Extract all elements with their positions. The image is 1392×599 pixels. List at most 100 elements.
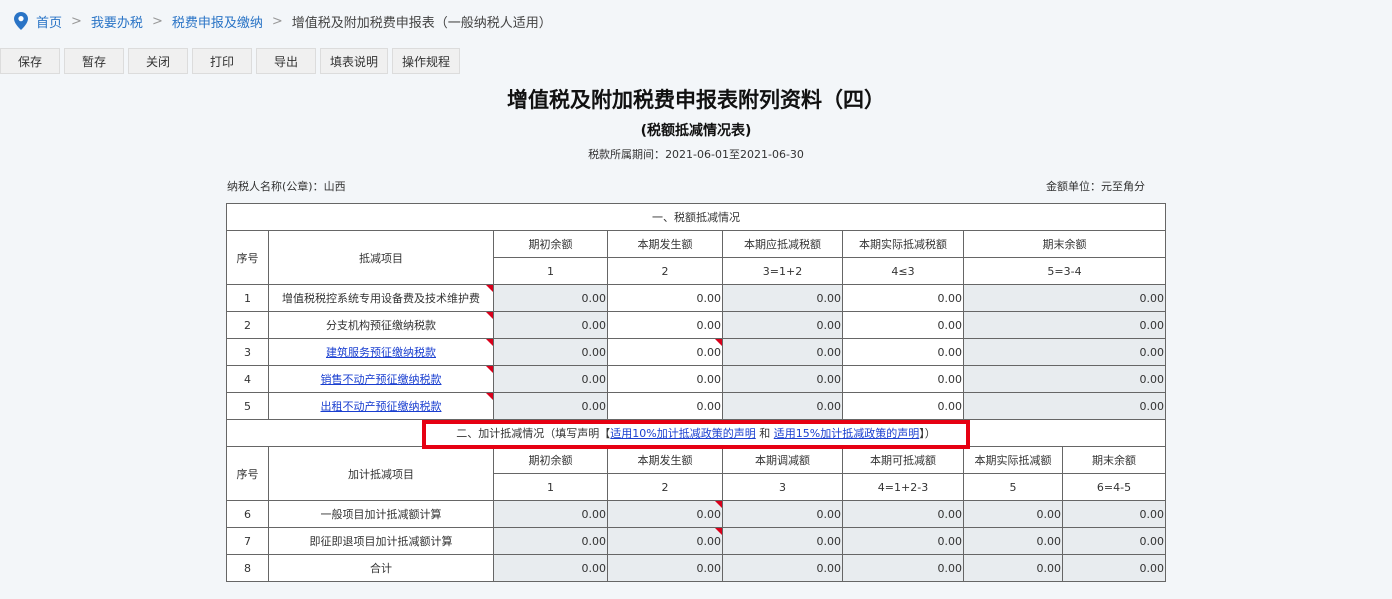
amount-cell[interactable]: 0.00: [842, 311, 964, 339]
declaration-10-link[interactable]: 适用10%加计抵减政策的声明: [610, 427, 755, 440]
formula-cell: 4≤3: [842, 257, 964, 285]
fill-guide-button[interactable]: 填表说明: [320, 48, 388, 74]
row-number: 2: [226, 311, 269, 339]
amount-cell: 0.00: [842, 500, 964, 528]
header-current: 本期发生额: [607, 446, 723, 474]
row-item-name: 增值税税控系统专用设备费及技术维护费: [268, 284, 494, 312]
amount-cell: 0.00: [722, 500, 843, 528]
formula-cell: 3: [722, 473, 843, 501]
procedure-button[interactable]: 操作规程: [392, 48, 460, 74]
formula-cell: 2: [607, 257, 723, 285]
export-button[interactable]: 导出: [256, 48, 316, 74]
header-item: 抵减项目: [268, 230, 494, 285]
amount-cell: 0.00: [722, 365, 843, 393]
row-number: 3: [226, 338, 269, 366]
amount-cell: 0.00: [722, 527, 843, 555]
amount-cell[interactable]: 0.00: [607, 338, 723, 366]
header-item: 加计抵减项目: [268, 446, 494, 501]
breadcrumb-separator: >: [271, 13, 283, 29]
formula-cell: 5: [963, 473, 1063, 501]
breadcrumb-tax-handling[interactable]: 我要办税: [91, 12, 143, 31]
header-no: 序号: [226, 446, 269, 501]
amount-cell: 0.00: [842, 527, 964, 555]
amount-cell: 0.00: [722, 554, 843, 582]
row-number: 1: [226, 284, 269, 312]
section2-title-suffix: 】）: [919, 427, 936, 440]
table-row: 1 增值税税控系统专用设备费及技术维护费 0.00 0.00 0.00 0.00 0.00: [226, 284, 1166, 312]
amount-cell[interactable]: 0.00: [607, 392, 723, 420]
tax-period-value: 2021-06-01至2021-06-30: [665, 148, 804, 161]
amount-cell[interactable]: 0.00: [842, 392, 964, 420]
amount-cell[interactable]: 0.00: [842, 338, 964, 366]
header-actual: 本期实际抵减税额: [842, 230, 964, 258]
row-item-name[interactable]: 出租不动产预征缴纳税款: [268, 392, 494, 420]
amount-cell: 0.00: [963, 500, 1063, 528]
amount-cell: 0.00: [963, 527, 1063, 555]
draft-button[interactable]: 暂存: [64, 48, 124, 74]
location-pin-icon: [14, 12, 28, 30]
section1-title: 一、税额抵减情况: [226, 203, 1166, 231]
breadcrumb: 首页 > 我要办税 > 税费申报及缴纳 > 增值税及附加税费申报表（一般纳税人适…: [14, 10, 552, 32]
formula-cell: 5=3-4: [963, 257, 1166, 285]
table-row: 5 出租不动产预征缴纳税款 0.00 0.00 0.00 0.00 0.00: [226, 392, 1166, 420]
amount-cell: 0.00: [607, 554, 723, 582]
amount-cell: 0.00: [722, 338, 843, 366]
save-button[interactable]: 保存: [0, 48, 60, 74]
amount-cell: 0.00: [963, 311, 1166, 339]
row-number: 8: [226, 554, 269, 582]
amount-cell: 0.00: [607, 500, 723, 528]
breadcrumb-home[interactable]: 首页: [36, 12, 62, 31]
page-title: 增值税及附加税费申报表附列资料（四）: [507, 88, 885, 112]
amount-cell: 0.00: [493, 527, 608, 555]
breadcrumb-separator: >: [151, 13, 163, 29]
formula-cell: 1: [493, 473, 608, 501]
header-no: 序号: [226, 230, 269, 285]
amount-cell: 0.00: [842, 554, 964, 582]
amount-cell: 0.00: [722, 392, 843, 420]
amount-cell: 0.00: [493, 500, 608, 528]
row-number: 7: [226, 527, 269, 555]
amount-cell[interactable]: 0.00: [842, 365, 964, 393]
amount-cell[interactable]: 0.00: [607, 284, 723, 312]
breadcrumb-declaration[interactable]: 税费申报及缴纳: [172, 12, 263, 31]
row-item-link[interactable]: 销售不动产预征缴纳税款: [321, 373, 442, 386]
row-number: 6: [226, 500, 269, 528]
header-opening: 期初余额: [493, 230, 608, 258]
formula-cell: 1: [493, 257, 608, 285]
breadcrumb-separator: >: [71, 13, 82, 29]
amount-cell: 0.00: [493, 392, 608, 420]
row-item-name[interactable]: 建筑服务预征缴纳税款: [268, 338, 494, 366]
row-item-name[interactable]: 销售不动产预征缴纳税款: [268, 365, 494, 393]
breadcrumb-current: 增值税及附加税费申报表（一般纳税人适用）: [291, 15, 552, 31]
amount-cell: 0.00: [1062, 500, 1166, 528]
print-button[interactable]: 打印: [192, 48, 252, 74]
row-item-name: 合计: [268, 554, 494, 582]
amount-unit: 金额单位：元至角分: [1046, 180, 1145, 193]
toolbar: 保存 暂存 关闭 打印 导出 填表说明 操作规程: [0, 48, 460, 74]
table-row: 7 即征即退项目加计抵减额计算 0.00 0.00 0.00 0.00 0.00 0.00: [226, 527, 1166, 555]
row-item-name: 即征即退项目加计抵减额计算: [268, 527, 494, 555]
row-number: 4: [226, 365, 269, 393]
amount-cell: 0.00: [493, 311, 608, 339]
amount-cell[interactable]: 0.00: [842, 284, 964, 312]
amount-cell[interactable]: 0.00: [607, 311, 723, 339]
header-adjust: 本期调减额: [722, 446, 843, 474]
formula-cell: 2: [607, 473, 723, 501]
deduction-table: 一、税额抵减情况 序号 抵减项目 期初余额 本期发生额 本期应抵减税额 本期实际…: [226, 203, 1166, 582]
deduction-table-container: 一、税额抵减情况 序号 抵减项目 期初余额 本期发生额 本期应抵减税额 本期实际…: [226, 203, 1166, 582]
close-button[interactable]: 关闭: [128, 48, 188, 74]
declaration-15-link[interactable]: 适用15%加计抵减政策的声明: [774, 427, 919, 440]
amount-cell: 0.00: [722, 284, 843, 312]
amount-cell: 0.00: [493, 365, 608, 393]
amount-cell: 0.00: [963, 338, 1166, 366]
header-current: 本期发生额: [607, 230, 723, 258]
amount-cell: 0.00: [963, 554, 1063, 582]
header-closing: 期末余额: [1062, 446, 1166, 474]
amount-cell[interactable]: 0.00: [607, 365, 723, 393]
row-item-name: 一般项目加计抵减额计算: [268, 500, 494, 528]
amount-cell: 0.00: [1062, 527, 1166, 555]
row-item-link[interactable]: 出租不动产预征缴纳税款: [321, 400, 442, 413]
amount-cell: 0.00: [722, 311, 843, 339]
row-item-link[interactable]: 建筑服务预征缴纳税款: [326, 346, 436, 359]
header-payable: 本期应抵减税额: [722, 230, 843, 258]
